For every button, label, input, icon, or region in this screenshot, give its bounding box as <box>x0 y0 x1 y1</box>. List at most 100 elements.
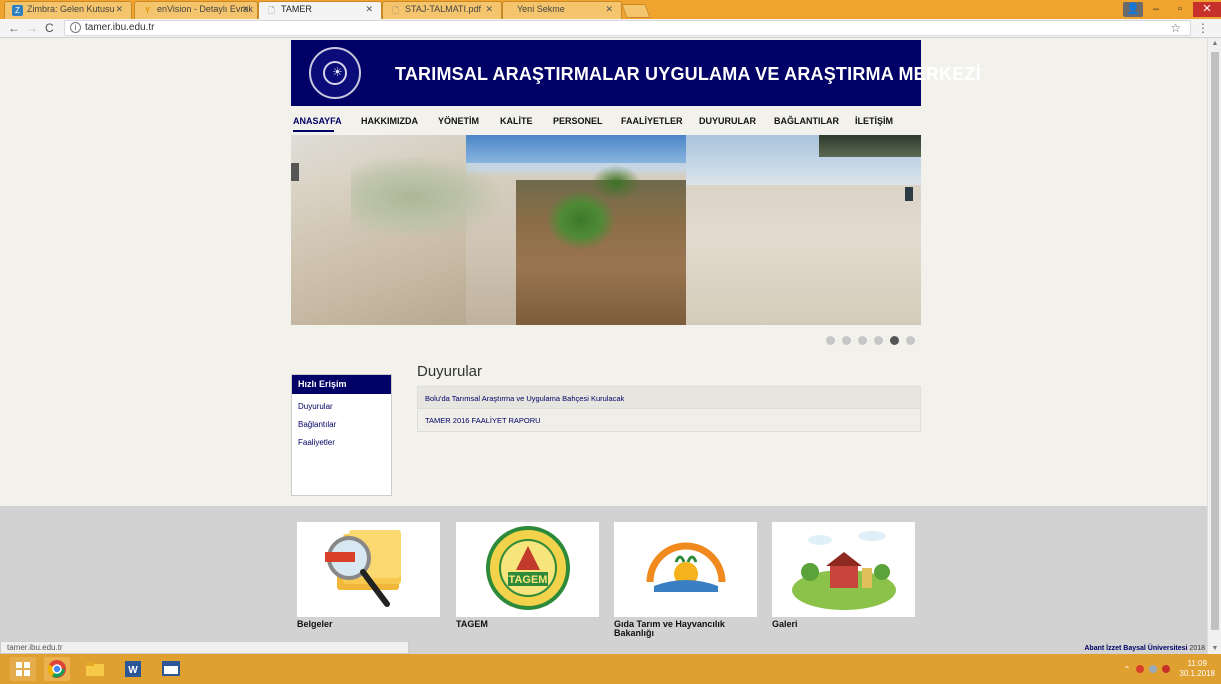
scrollbar-thumb[interactable] <box>1211 52 1219 630</box>
nav-personel[interactable]: PERSONEL <box>553 116 603 126</box>
scroll-up-icon[interactable]: ▲ <box>1208 40 1221 47</box>
tab-close-icon[interactable]: ✕ <box>365 4 373 15</box>
tab-close-icon[interactable]: ✕ <box>241 4 249 15</box>
tab-envision[interactable]: Y enVision - Detaylı Evrak ✕ <box>134 1 258 19</box>
volume-icon[interactable] <box>1162 665 1171 673</box>
slider-dot[interactable] <box>858 336 867 345</box>
nav-iletisim[interactable]: İLETİŞİM <box>855 116 893 126</box>
nav-duyurular[interactable]: DUYURULAR <box>699 116 756 126</box>
copyright-name: Abant İzzet Baysal Üniversitesi <box>1084 645 1188 652</box>
page-scrollbar[interactable]: ▲ ▼ <box>1207 38 1221 654</box>
tab-tamer[interactable]: 🗋 TAMER ✕ <box>258 1 382 19</box>
active-nav-underline <box>293 130 334 132</box>
tab-new[interactable]: Yeni Sekme ✕ <box>502 1 622 19</box>
main-navigation: ANASAYFA HAKKIMIZDA YÖNETİM KALİTE PERSO… <box>291 114 921 132</box>
maximize-icon[interactable]: ▫ <box>1169 2 1191 17</box>
file-explorer-icon[interactable] <box>82 657 108 681</box>
nav-yonetim[interactable]: YÖNETİM <box>438 116 479 126</box>
seedling-plant <box>591 165 641 200</box>
clock-time: 11:09 <box>1187 659 1207 668</box>
tab-label: Yeni Sekme <box>517 4 565 14</box>
scroll-down-icon[interactable]: ▼ <box>1208 645 1221 652</box>
new-tab-button[interactable] <box>621 4 651 18</box>
slider-dot[interactable] <box>842 336 851 345</box>
tab-label: TAMER <box>281 4 312 14</box>
site-header: ☀ TARIMSAL ARAŞTIRMALAR UYGULAMA VE ARAŞ… <box>291 40 981 106</box>
system-tray: ⌃ 11:09 30.1.2018 <box>1124 657 1215 681</box>
tab-staj-pdf[interactable]: 🗋 STAJ-TALMATI.pdf ✕ <box>382 1 502 19</box>
card-galeri[interactable] <box>772 522 915 617</box>
tab-zimbra[interactable]: Z Zimbra: Gelen Kutusu ✕ <box>4 1 132 19</box>
site-title: TARIMSAL ARAŞTIRMALAR UYGULAMA VE ARAŞTI… <box>395 64 981 84</box>
nav-baglantilar[interactable]: BAĞLANTILAR <box>774 116 839 126</box>
url-text: tamer.ibu.edu.tr <box>85 22 155 33</box>
tree-line <box>819 135 921 157</box>
envision-favicon-icon: Y <box>144 6 151 15</box>
chrome-icon[interactable] <box>44 657 70 681</box>
card-label-tagem[interactable]: TAGEM <box>456 620 488 629</box>
nav-hakkimizda[interactable]: HAKKIMIZDA <box>361 116 418 126</box>
copyright-year: 2018 <box>1189 645 1205 652</box>
network-icon[interactable] <box>1149 665 1158 673</box>
plowed-field-photo <box>686 175 921 325</box>
card-tagem[interactable]: TAGEM <box>456 522 599 617</box>
bookmark-star-icon[interactable]: ☆ <box>1170 21 1181 35</box>
slider-dot[interactable] <box>826 336 835 345</box>
quick-link-baglantilar[interactable]: Bağlantılar <box>292 417 391 433</box>
tab-close-icon[interactable]: ✕ <box>115 4 123 15</box>
info-icon[interactable]: i <box>70 22 81 33</box>
window-controls: 👤 – ▫ ✕ <box>1121 0 1221 19</box>
quick-link-duyurular[interactable]: Duyurular <box>292 399 391 415</box>
browser-menu-icon[interactable]: ⋮ <box>1197 21 1209 35</box>
user-profile-icon[interactable]: 👤 <box>1123 2 1143 17</box>
back-arrow-icon[interactable]: ← <box>8 21 20 35</box>
nav-anasayfa[interactable]: ANASAYFA <box>293 116 342 126</box>
card-label-bakanlik[interactable]: Gıda Tarım ve Hayvancılık Bakanlığı <box>614 620 754 638</box>
nav-faaliyetler[interactable]: FAALİYETLER <box>621 116 683 126</box>
tab-label: Zimbra: Gelen Kutusu <box>27 4 115 14</box>
card-label-galeri[interactable]: Galeri <box>772 620 798 629</box>
quick-access-panel: Hızlı Erişim Duyurular Bağlantılar Faali… <box>291 374 392 496</box>
reload-icon[interactable]: C <box>45 21 54 35</box>
page-icon: 🗋 <box>392 6 399 15</box>
ministry-logo-image <box>646 542 726 608</box>
university-seal-icon[interactable]: ☀ <box>309 47 361 99</box>
antivirus-icon[interactable] <box>1136 665 1145 673</box>
slide-edge <box>291 163 299 181</box>
slider-dot-active[interactable] <box>890 336 899 345</box>
nav-kalite[interactable]: KALİTE <box>500 116 533 126</box>
word-icon[interactable]: W <box>120 657 146 681</box>
card-belgeler[interactable] <box>297 522 440 617</box>
zimbra-favicon-icon: Z <box>12 5 23 16</box>
copyright-text: Abant İzzet Baysal Üniversitesi 2018 <box>1084 645 1205 652</box>
page-icon: 🗋 <box>268 6 275 15</box>
sky-fragment <box>686 155 921 185</box>
card-bakanlik[interactable] <box>614 522 757 617</box>
tab-close-icon[interactable]: ✕ <box>485 4 493 15</box>
slider-pagination <box>826 336 922 346</box>
forward-arrow-icon[interactable]: → <box>26 21 38 35</box>
app-window-icon[interactable] <box>158 657 184 681</box>
url-input[interactable]: i tamer.ibu.edu.tr <box>64 20 1191 36</box>
web-page: ☀ TARIMSAL ARAŞTIRMALAR UYGULAMA VE ARAŞ… <box>0 38 1207 654</box>
tray-arrow-icon[interactable]: ⌃ <box>1124 665 1131 674</box>
status-bar-url: tamer.ibu.edu.tr <box>0 641 409 654</box>
slider-dot[interactable] <box>874 336 883 345</box>
quick-link-faaliyetler[interactable]: Faaliyetler <box>292 435 391 451</box>
tagem-logo-image: TAGEM <box>486 526 570 610</box>
minimize-icon[interactable]: – <box>1145 2 1167 17</box>
svg-text:W: W <box>128 665 138 676</box>
announcements-list: Bolu'da Tarımsal Araştırma ve Uygulama B… <box>417 386 921 432</box>
announcement-item[interactable]: TAMER 2016 FAALİYET RAPORU <box>417 409 921 432</box>
image-slider[interactable] <box>291 135 921 325</box>
sun-icon: ☀ <box>332 65 343 79</box>
slider-dot[interactable] <box>906 336 915 345</box>
windows-taskbar: W ⌃ 11:09 30.1.2018 <box>0 654 1221 684</box>
close-window-icon[interactable]: ✕ <box>1193 2 1221 17</box>
announcement-item[interactable]: Bolu'da Tarımsal Araştırma ve Uygulama B… <box>417 386 921 409</box>
windows-start-icon[interactable] <box>10 657 36 681</box>
system-clock[interactable]: 11:09 30.1.2018 <box>1179 659 1215 679</box>
tab-close-icon[interactable]: ✕ <box>605 4 613 15</box>
card-label-belgeler[interactable]: Belgeler <box>297 620 333 629</box>
plant-leaves <box>351 157 501 237</box>
